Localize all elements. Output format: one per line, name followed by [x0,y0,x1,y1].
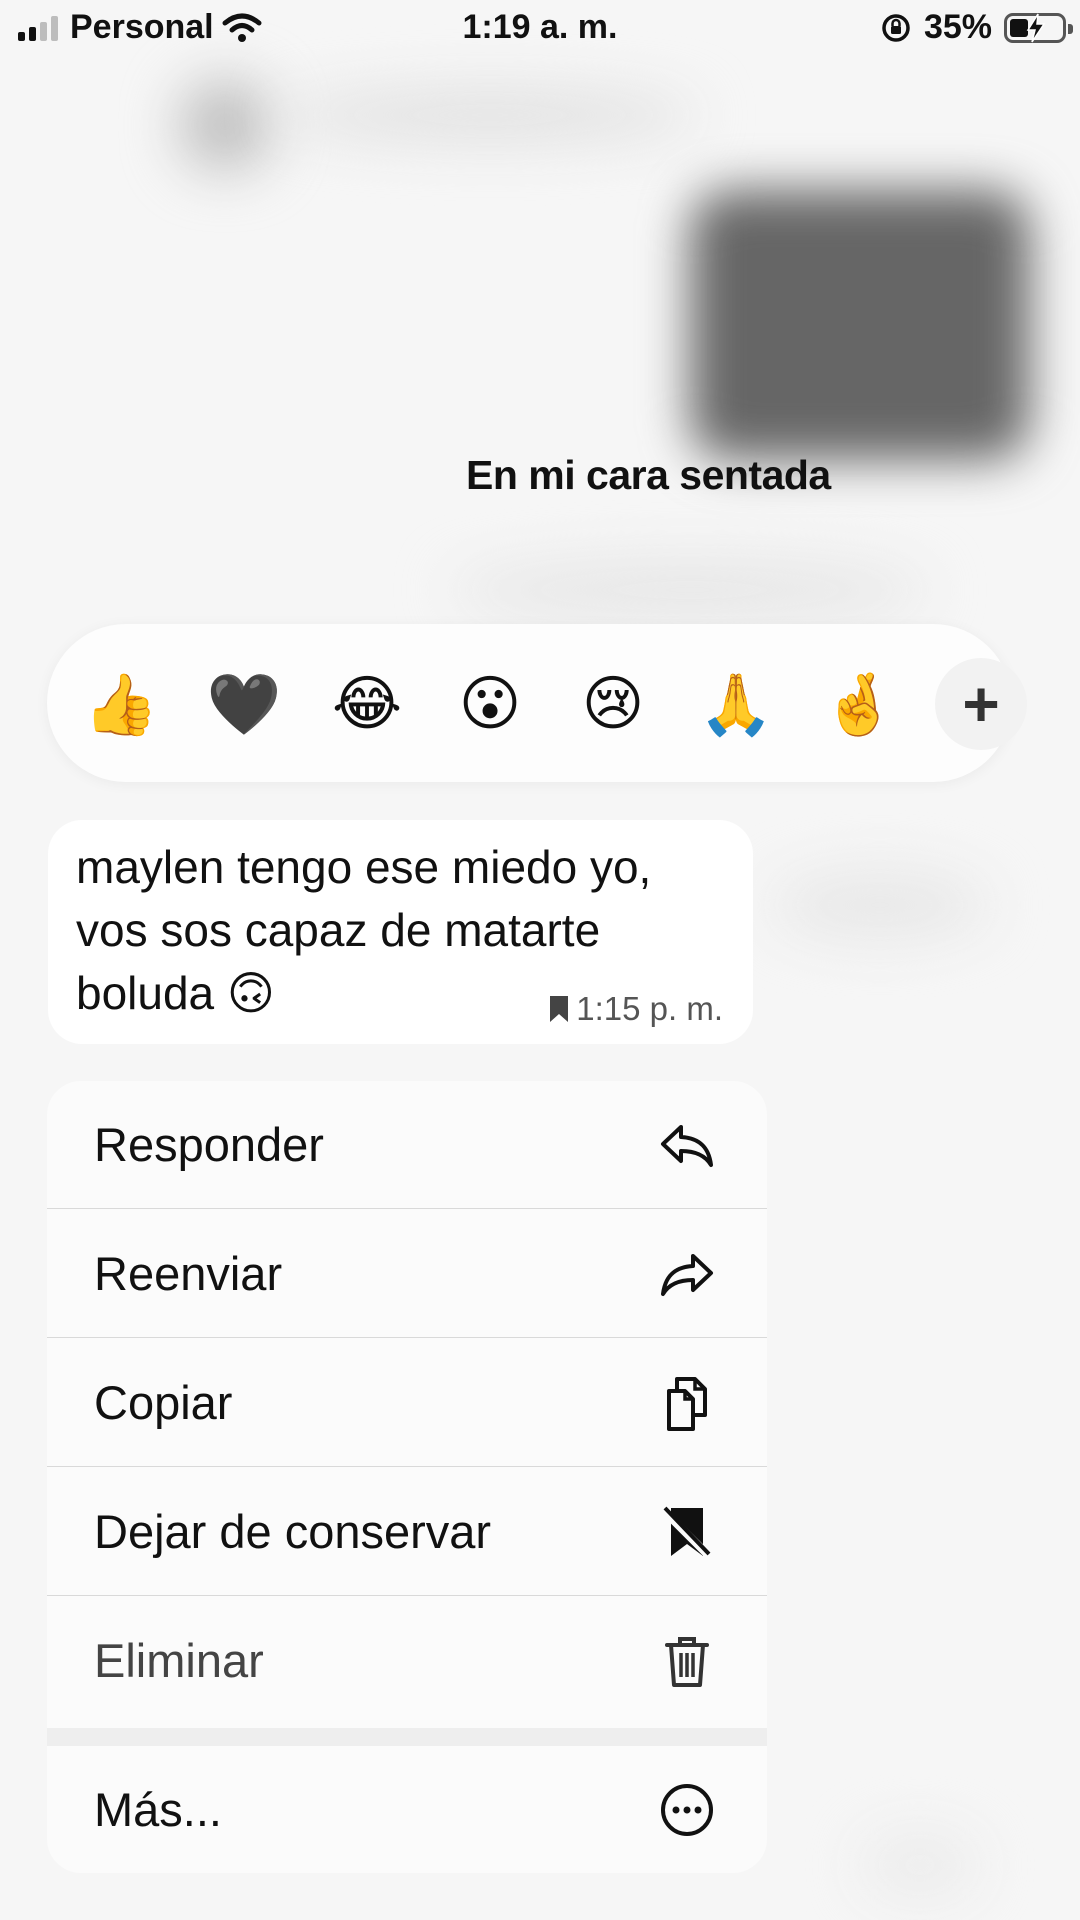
chat-caption: En mi cara sentada [466,452,831,498]
reaction-heart[interactable]: 🖤 [198,658,290,750]
menu-item-label: Más... [94,1783,222,1836]
reaction-thumbs-up[interactable]: 👍 [75,658,167,750]
reply-icon [661,1125,713,1167]
more-icon [661,1784,713,1836]
bookmark-icon [550,996,569,1022]
forward-icon [661,1254,713,1296]
copy-icon [667,1377,707,1431]
trash-icon [665,1637,709,1687]
reaction-pray[interactable]: 🙏 [690,658,782,750]
menu-item-label: Responder [94,1118,324,1171]
menu-separator [47,1728,767,1746]
menu-item-forward[interactable]: Reenviar [47,1210,767,1338]
menu-item-label: Copiar [94,1376,233,1429]
reaction-surprised[interactable]: 😮 [444,658,536,750]
message-time: 1:15 p. m. [576,990,723,1027]
menu-item-unsave[interactable]: Dejar de conservar [47,1468,767,1596]
battery-icon [1004,12,1073,43]
unsave-icon [660,1506,714,1560]
reaction-laugh[interactable]: 😂 [321,658,413,750]
menu-item-reply[interactable]: Responder [47,1081,767,1209]
menu-item-delete[interactable]: Eliminar [47,1597,767,1725]
menu-item-copy[interactable]: Copiar [47,1339,767,1467]
menu-item-label: Eliminar [94,1634,264,1687]
reaction-bar: 👍 🖤 😂 😮 😢 🙏 🤞 + [47,624,1027,782]
menu-item-more[interactable]: Más... [47,1746,767,1873]
reaction-crying[interactable]: 😢 [567,658,659,750]
message-bubble[interactable]: maylen tengo ese miedo yo, vos sos capaz… [48,820,753,1044]
menu-item-label: Dejar de conservar [94,1505,492,1558]
menu-item-label: Reenviar [94,1247,283,1300]
more-reactions-button[interactable]: + [935,658,1027,750]
battery-percent: 35% [923,8,992,46]
message-context-menu: Responder Reenviar Copiar Dejar de conse… [47,1081,767,1873]
orientation-lock-icon [882,13,910,42]
status-bar: Personal 1:19 a. m. 35% [0,0,1080,60]
